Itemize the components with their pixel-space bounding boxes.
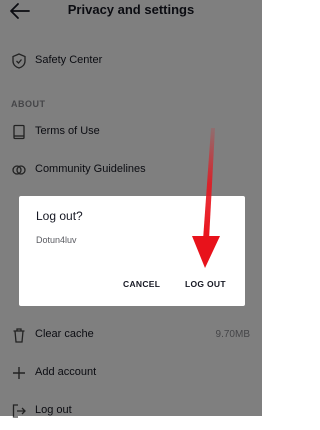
dialog-title: Log out? bbox=[36, 209, 83, 223]
logout-dialog: Log out? Dotun4luv CANCEL LOG OUT bbox=[19, 196, 245, 306]
cancel-button[interactable]: CANCEL bbox=[123, 279, 160, 289]
dialog-username: Dotun4luv bbox=[36, 235, 77, 245]
log-out-button[interactable]: LOG OUT bbox=[185, 279, 226, 289]
